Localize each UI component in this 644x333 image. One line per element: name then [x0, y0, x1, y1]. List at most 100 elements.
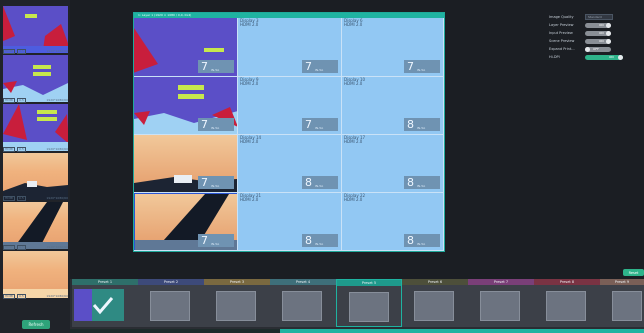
- screen-canvas[interactable]: 1: Layer 1 (1920 × 1080 / 0,0, 0x4) 7 IN…: [133, 12, 445, 252]
- cell-badge: 7 IN-5A: [404, 60, 440, 73]
- display-cell[interactable]: Display 22 HDMI 2.0 8 IN-5A: [342, 193, 444, 251]
- settings-panel: Image Quality Standard Layer Preview ON …: [544, 8, 623, 68]
- preset-6[interactable]: Preset 6: [402, 279, 468, 327]
- cell-port: IN-5A: [211, 184, 220, 188]
- toggle-knob: [606, 22, 611, 28]
- cell-number: 7: [201, 176, 208, 189]
- image-quality-select[interactable]: Standard: [585, 14, 613, 20]
- image-quality-label: Image Quality: [549, 15, 574, 19]
- cell-number: 7: [201, 234, 208, 247]
- source-tag: HDMI: [3, 244, 16, 250]
- cell-port: IN-5A: [211, 68, 220, 72]
- refresh-button[interactable]: Refresh: [22, 320, 50, 329]
- cell-number: 8: [305, 176, 312, 189]
- cell-name: Display 17 HDMI 2.0: [344, 135, 366, 144]
- cell-number: 7: [201, 118, 208, 131]
- cell-number: 8: [407, 176, 414, 189]
- cell-port: IN-5A: [315, 242, 324, 246]
- source-tag: HDMI: [3, 97, 16, 103]
- source-tag: HDMI: [3, 195, 16, 201]
- source-meta-2: HDMI 0.5 1920*1080/60: [3, 97, 68, 103]
- toggle-knob: [606, 38, 611, 44]
- expand-print-row: Expand Print... OFF: [549, 46, 621, 52]
- source-thumb-5[interactable]: [3, 202, 68, 249]
- preset-8[interactable]: Preset 8: [534, 279, 600, 327]
- hi-dpi-label: Hi-DPI: [549, 55, 560, 59]
- cell-badge: 7 IN-5A: [302, 118, 338, 131]
- cell-port: IN-5A: [315, 184, 324, 188]
- scene-preview-label: Scene Preview: [549, 39, 575, 43]
- preset-7[interactable]: Preset 7: [468, 279, 534, 327]
- source-id: 0.5: [17, 244, 26, 250]
- source-thumb-2[interactable]: [3, 55, 68, 102]
- display-cell[interactable]: 7 IN-5A: [134, 18, 238, 77]
- source-meta-1: HDMI 0.5 1920*1080/60: [3, 48, 68, 54]
- input-preview-toggle[interactable]: ON: [585, 30, 611, 36]
- source-thumb-4[interactable]: [3, 153, 68, 200]
- display-cell[interactable]: Display 6 HDMI 2.0 7 IN-5A: [342, 18, 444, 77]
- source-id: 0.5: [17, 48, 26, 54]
- display-cell[interactable]: 7 IN-5A: [134, 193, 238, 251]
- preset-thumb: [216, 291, 256, 321]
- cell-name: Display 10 HDMI 2.0: [344, 77, 366, 86]
- source-thumb-3[interactable]: [3, 104, 68, 151]
- preset-thumb: [546, 291, 586, 321]
- preset-thumb: [349, 292, 389, 322]
- bottom-status-segment: [70, 329, 280, 333]
- preset-label: Preset 8: [534, 279, 600, 285]
- source-res: 1920*1080/60: [46, 294, 68, 298]
- cell-port: IN-5A: [417, 68, 426, 72]
- preset-label: Preset 3: [204, 279, 270, 285]
- preset-thumb: [414, 291, 454, 321]
- preset-4[interactable]: Preset 4: [270, 279, 336, 327]
- cell-badge: 8 IN-5A: [404, 234, 440, 247]
- cell-number: 7: [305, 60, 312, 73]
- source-thumb-1[interactable]: [3, 6, 68, 53]
- preset-thumb: [282, 291, 322, 321]
- preset-2[interactable]: Preset 2: [138, 279, 204, 327]
- scene-preview-toggle[interactable]: ON: [585, 38, 611, 44]
- toggle-state: ON: [599, 22, 604, 27]
- layer-preview-toggle[interactable]: ON: [585, 22, 611, 28]
- cell-port: IN-5A: [315, 68, 324, 72]
- preset-label: Preset 2: [138, 279, 204, 285]
- cell-name: Display 21 HDMI 2.0: [240, 193, 262, 202]
- cell-number: 7: [407, 60, 414, 73]
- cell-badge: 8 IN-5A: [302, 176, 338, 189]
- display-cell[interactable]: Display 10 HDMI 2.0 8 IN-5A: [342, 77, 444, 135]
- display-cell[interactable]: 7 IN-5A: [134, 77, 238, 135]
- hi-dpi-row: Hi-DPI ON: [549, 54, 623, 60]
- preset-5[interactable]: Preset 5: [336, 279, 402, 327]
- preset-3[interactable]: Preset 3: [204, 279, 270, 327]
- expand-print-label: Expand Print...: [549, 47, 575, 51]
- cell-port: IN-5A: [315, 126, 324, 130]
- display-cell[interactable]: Display 9 HDMI 2.0 7 IN-5A: [238, 77, 342, 135]
- source-id: 0.5: [17, 293, 26, 299]
- hi-dpi-toggle[interactable]: ON: [585, 54, 623, 60]
- display-cell[interactable]: Display 21 HDMI 2.0 8 IN-5A: [238, 193, 342, 251]
- preset-thumb: [480, 291, 520, 321]
- reset-button[interactable]: Reset: [623, 269, 644, 276]
- source-art-3: [3, 104, 68, 151]
- source-art-6: [3, 289, 68, 298]
- expand-print-toggle[interactable]: OFF: [585, 46, 611, 52]
- source-art-2: [3, 65, 68, 102]
- cell-badge: 7 IN-5A: [302, 60, 338, 73]
- display-cell[interactable]: 7 IN-5A: [134, 135, 238, 193]
- source-tag: HDMI: [3, 48, 16, 54]
- source-thumb-6[interactable]: [3, 251, 68, 298]
- preset-label: Preset 5: [337, 280, 401, 286]
- layer-preview-label: Layer Preview: [549, 23, 574, 27]
- input-preview-label: Input Preview: [549, 31, 573, 35]
- display-cell[interactable]: Display 14 HDMI 2.0 8 IN-5A: [238, 135, 342, 193]
- toggle-state: OFF: [593, 46, 599, 51]
- preset-1[interactable]: Preset 1: [72, 279, 138, 327]
- preset-label: Preset 1: [72, 279, 138, 285]
- cell-number: 8: [407, 234, 414, 247]
- display-cell[interactable]: Display 17 HDMI 2.0 8 IN-5A: [342, 135, 444, 193]
- display-cell[interactable]: Display 3 HDMI 2.0 7 IN-5A: [238, 18, 342, 77]
- toggle-state: ON: [609, 54, 614, 59]
- cell-name: Display 22 HDMI 2.0: [344, 193, 366, 202]
- preset-9[interactable]: Preset 9: [600, 279, 644, 327]
- layer-preview-row: Layer Preview ON: [549, 22, 621, 28]
